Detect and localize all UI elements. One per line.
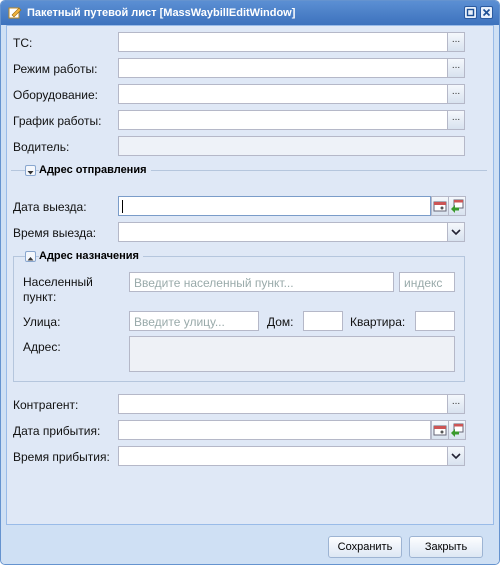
arrival-date-field[interactable] [118, 420, 431, 440]
calendar-arrow-icon [451, 199, 464, 213]
ellipsis-icon: ... [451, 112, 461, 123]
destination-section-legend: Адрес назначения [39, 250, 143, 262]
calendar-arrow-icon [451, 423, 464, 437]
mode-field[interactable] [118, 58, 448, 78]
contractor-label: Контрагент: [13, 398, 79, 412]
destination-section-toggle[interactable] [25, 251, 36, 262]
window-footer: Сохранить Закрыть [1, 526, 499, 564]
mode-select-button[interactable]: ... [447, 58, 465, 78]
mass-waybill-edit-window: Пакетный путевой лист [MassWaybillEditWi… [0, 0, 500, 565]
street-placeholder: Введите улицу... [134, 315, 225, 329]
address-label: Адрес: [23, 340, 61, 354]
ts-label: ТС: [13, 36, 33, 50]
close-window-button[interactable] [480, 6, 493, 19]
driver-label: Водитель: [13, 140, 70, 154]
chevron-down-icon [451, 453, 461, 460]
departure-time-field[interactable] [118, 222, 448, 242]
close-icon [482, 8, 491, 17]
departure-date-today-button[interactable] [448, 196, 466, 216]
locality-label-line1: Населенный [23, 275, 93, 289]
text-cursor [122, 200, 123, 213]
address-textarea [129, 336, 455, 372]
locality-placeholder: Введите населенный пункт... [134, 276, 294, 290]
locality-label-line2: пункт: [23, 290, 57, 304]
departure-date-field[interactable] [118, 196, 431, 216]
postal-code-input[interactable]: индекс [399, 272, 455, 292]
contractor-select-button[interactable]: ... [447, 394, 465, 414]
mode-label: Режим работы: [13, 62, 98, 76]
chevron-down-icon [451, 229, 461, 236]
ellipsis-icon: ... [451, 86, 461, 97]
departure-time-dropdown[interactable] [447, 222, 465, 242]
apartment-label: Квартира: [350, 315, 406, 329]
calendar-icon [433, 425, 447, 436]
arrival-date-today-button[interactable] [448, 420, 466, 440]
maximize-button[interactable] [464, 6, 477, 19]
ts-select-button[interactable]: ... [447, 32, 465, 52]
ellipsis-icon: ... [451, 34, 461, 45]
schedule-select-button[interactable]: ... [447, 110, 465, 130]
equipment-select-button[interactable]: ... [447, 84, 465, 104]
ts-field[interactable] [118, 32, 448, 52]
schedule-field[interactable] [118, 110, 448, 130]
street-input[interactable]: Введите улицу... [129, 311, 259, 331]
schedule-label: График работы: [13, 114, 102, 128]
postal-code-placeholder: индекс [404, 276, 443, 290]
close-button[interactable]: Закрыть [409, 536, 483, 558]
locality-input[interactable]: Введите населенный пункт... [129, 272, 394, 292]
form-body: ТС: ... Режим работы: ... Оборудование: … [6, 25, 494, 525]
departure-section-toggle[interactable] [25, 165, 36, 176]
house-label: Дом: [267, 315, 294, 329]
window-titlebar[interactable]: Пакетный путевой лист [MassWaybillEditWi… [1, 1, 499, 25]
ellipsis-icon: ... [451, 60, 461, 71]
edit-document-icon [8, 7, 22, 19]
arrival-time-field[interactable] [118, 446, 448, 466]
driver-field [118, 136, 465, 156]
save-button[interactable]: Сохранить [328, 536, 402, 558]
arrival-date-label: Дата прибытия: [13, 424, 101, 438]
window-title: Пакетный путевой лист [MassWaybillEditWi… [27, 7, 296, 19]
departure-section-legend: Адрес отправления [39, 164, 151, 176]
departure-time-label: Время выезда: [13, 226, 97, 240]
calendar-icon [433, 201, 447, 212]
ellipsis-icon: ... [451, 396, 461, 407]
contractor-field[interactable] [118, 394, 448, 414]
chevron-up-icon [27, 257, 34, 261]
arrival-time-label: Время прибытия: [13, 450, 110, 464]
equipment-field[interactable] [118, 84, 448, 104]
chevron-down-icon [27, 171, 34, 175]
departure-date-picker-button[interactable] [431, 196, 449, 216]
arrival-date-picker-button[interactable] [431, 420, 449, 440]
house-input[interactable] [303, 311, 343, 331]
maximize-icon [466, 8, 475, 17]
equipment-label: Оборудование: [13, 88, 98, 102]
departure-date-label: Дата выезда: [13, 200, 87, 214]
street-label: Улица: [23, 315, 61, 329]
arrival-time-dropdown[interactable] [447, 446, 465, 466]
apartment-input[interactable] [415, 311, 455, 331]
